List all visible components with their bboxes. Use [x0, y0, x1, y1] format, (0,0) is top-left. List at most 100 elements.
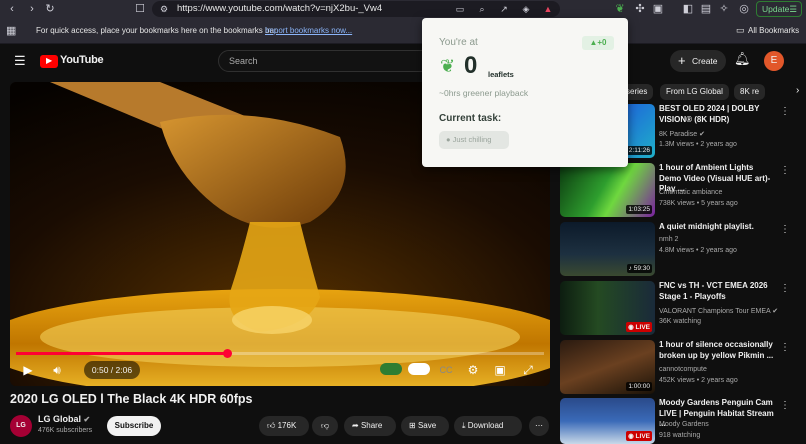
zoom-icon[interactable]: ⌕: [474, 1, 490, 17]
more-vert-icon[interactable]: ⋮: [780, 224, 790, 235]
rewards-icon[interactable]: ▲: [540, 1, 556, 17]
duration: 2:11:26: [626, 146, 652, 155]
list-item[interactable]: ◉ LIVE FNC vs TH - VCT EMEA 2026 Stage 1…: [560, 281, 800, 337]
channel-name[interactable]: LG Global ✔: [38, 414, 90, 424]
channel-logo[interactable]: LG: [10, 415, 32, 437]
bookmark-icon[interactable]: ☐: [132, 0, 148, 18]
more-vert-icon[interactable]: ⋮: [780, 283, 790, 294]
rec-title[interactable]: A quiet midnight playlist.: [659, 222, 777, 233]
live-icon: ◉: [628, 324, 634, 331]
ai-icon[interactable]: ✧: [716, 0, 732, 18]
youtube-logo-icon[interactable]: ▶: [40, 55, 58, 68]
list-item[interactable]: 1:03:25 1 hour of Ambient Lights Demo Vi…: [560, 163, 800, 219]
volume-icon[interactable]: 🔊︎: [48, 361, 66, 379]
extensions-icon[interactable]: ✣: [632, 0, 648, 18]
popup-delta-badge: ▲+0: [582, 36, 614, 50]
video-title: 2020 LG OLED l The Black 4K HDR 60fps: [10, 392, 253, 406]
rec-title[interactable]: FNC vs TH - VCT EMEA 2026 Stage 1 - Play…: [659, 281, 777, 302]
time-display: 0:50 / 2:06: [84, 361, 140, 379]
rec-channel[interactable]: VALORANT Champions Tour EMEA ✔: [659, 307, 778, 315]
ambient-toggle[interactable]: [408, 363, 430, 375]
thumbnail[interactable]: 1:00:00: [560, 340, 655, 394]
back-icon[interactable]: ‹: [4, 0, 20, 18]
fullscreen-icon[interactable]: ⤢: [520, 361, 536, 379]
all-bookmarks[interactable]: All Bookmarks: [748, 26, 799, 35]
subscribe-button[interactable]: Subscribe: [107, 416, 161, 436]
hamburger-icon[interactable]: ☰: [14, 53, 26, 69]
shield-icon[interactable]: ◈: [518, 1, 534, 17]
live-text: LIVE: [635, 324, 650, 331]
apps-grid-icon[interactable]: ▦: [6, 24, 16, 37]
current-task-pill[interactable]: ● Just chilling: [439, 131, 509, 149]
create-button[interactable]: + Create: [670, 50, 726, 72]
duration: ♪ 59:30: [626, 264, 652, 273]
share-icon[interactable]: ↗: [496, 1, 512, 17]
rec-channel[interactable]: cannotcompute: [659, 366, 707, 373]
chip-8k[interactable]: 8K re: [734, 84, 766, 100]
reader-icon[interactable]: ▭: [452, 1, 468, 17]
chip-from-lg-global[interactable]: From LG Global: [660, 84, 729, 100]
url-text[interactable]: https://www.youtube.com/watch?v=njX2bu-_…: [177, 1, 382, 17]
rec-title[interactable]: 1 hour of silence occasionally broken up…: [659, 340, 777, 361]
captions-icon[interactable]: CC: [438, 361, 454, 379]
rec-channel[interactable]: nmh 2: [659, 236, 678, 243]
verified-icon: ✔: [699, 131, 705, 138]
list-item[interactable]: ◉ LIVE Moody Gardens Penguin Cam LIVE | …: [560, 398, 800, 444]
youtube-header: ☰ ▶ YouTube Search + Create 🔔︎ E: [0, 44, 806, 78]
save-icon: ⊞: [409, 421, 416, 430]
save-button[interactable]: ⊞ Save: [401, 416, 449, 436]
rec-meta: 1.3M views • 2 years ago: [659, 141, 737, 148]
chevron-right-icon[interactable]: ›: [796, 85, 799, 96]
settings-icon[interactable]: ⚙: [465, 361, 481, 379]
duration-text: 59:30: [633, 265, 650, 272]
rec-channel[interactable]: Cinematic ambiance: [659, 189, 722, 196]
duration: 1:03:25: [626, 205, 652, 214]
thumbnail[interactable]: ◉ LIVE: [560, 398, 655, 444]
more-actions-button[interactable]: ⋯: [529, 416, 549, 436]
address-bar[interactable]: ⚙ https://www.youtube.com/watch?v=njX2bu…: [152, 1, 560, 17]
more-vert-icon[interactable]: ⋮: [780, 342, 790, 353]
youtube-logo-text[interactable]: YouTube: [60, 54, 104, 66]
like-count: 176K: [277, 421, 297, 430]
download-label: Download: [467, 421, 504, 430]
screenshot-icon[interactable]: ▣: [650, 0, 666, 18]
site-info-icon[interactable]: ⚙: [156, 1, 172, 17]
share-button[interactable]: ➦ Share: [344, 416, 396, 436]
leaf-extension-icon[interactable]: ❦: [612, 0, 628, 18]
create-label: Create: [692, 56, 718, 66]
update-button[interactable]: Update ☰: [756, 1, 802, 17]
live-icon: ◉: [628, 433, 634, 440]
play-icon[interactable]: ▶: [20, 361, 36, 379]
import-bookmarks-link[interactable]: Import bookmarks now...: [265, 26, 352, 35]
rec-channel-name: 8K Paradise: [659, 131, 698, 138]
vpn-icon[interactable]: ◎: [736, 0, 752, 18]
bell-icon[interactable]: 🔔︎: [734, 51, 751, 67]
avatar[interactable]: E: [764, 51, 784, 71]
miniplayer-icon[interactable]: ▣: [492, 361, 508, 379]
more-vert-icon[interactable]: ⋮: [780, 106, 790, 117]
current-task-value: Just chilling: [452, 135, 492, 144]
list-item[interactable]: 1:00:00 1 hour of silence occasionally b…: [560, 340, 800, 396]
like-button[interactable]: 👍︎ 176K: [259, 416, 309, 436]
download-button[interactable]: ⤓ Download: [454, 416, 522, 436]
progress-bar[interactable]: [16, 349, 544, 358]
verified-icon: ✔: [83, 415, 91, 424]
thumbnail[interactable]: ◉ LIVE: [560, 281, 655, 335]
more-vert-icon[interactable]: ⋮: [780, 165, 790, 176]
autoplay-toggle[interactable]: [380, 363, 402, 375]
rec-channel[interactable]: Moody Gardens: [659, 421, 709, 428]
rec-title[interactable]: BEST OLED 2024 | DOLBY VISION® (8K HDR): [659, 104, 777, 125]
rec-channel[interactable]: 8K Paradise ✔: [659, 130, 705, 138]
thumbnail[interactable]: 1:03:25: [560, 163, 655, 217]
wallet-icon[interactable]: ▤: [698, 0, 714, 18]
sidebar-icon[interactable]: ◧: [680, 0, 696, 18]
dislike-button[interactable]: 👎︎: [312, 416, 338, 436]
more-vert-icon[interactable]: ⋮: [780, 400, 790, 411]
live-badge: ◉ LIVE: [626, 322, 652, 332]
search-input[interactable]: Search: [218, 50, 428, 72]
list-item[interactable]: ♪ 59:30 A quiet midnight playlist. nmh 2…: [560, 222, 800, 278]
reload-icon[interactable]: ↻: [42, 0, 58, 18]
forward-icon[interactable]: ›: [24, 0, 40, 18]
thumbnail[interactable]: ♪ 59:30: [560, 222, 655, 276]
channel-name-text: LG Global: [38, 414, 82, 424]
